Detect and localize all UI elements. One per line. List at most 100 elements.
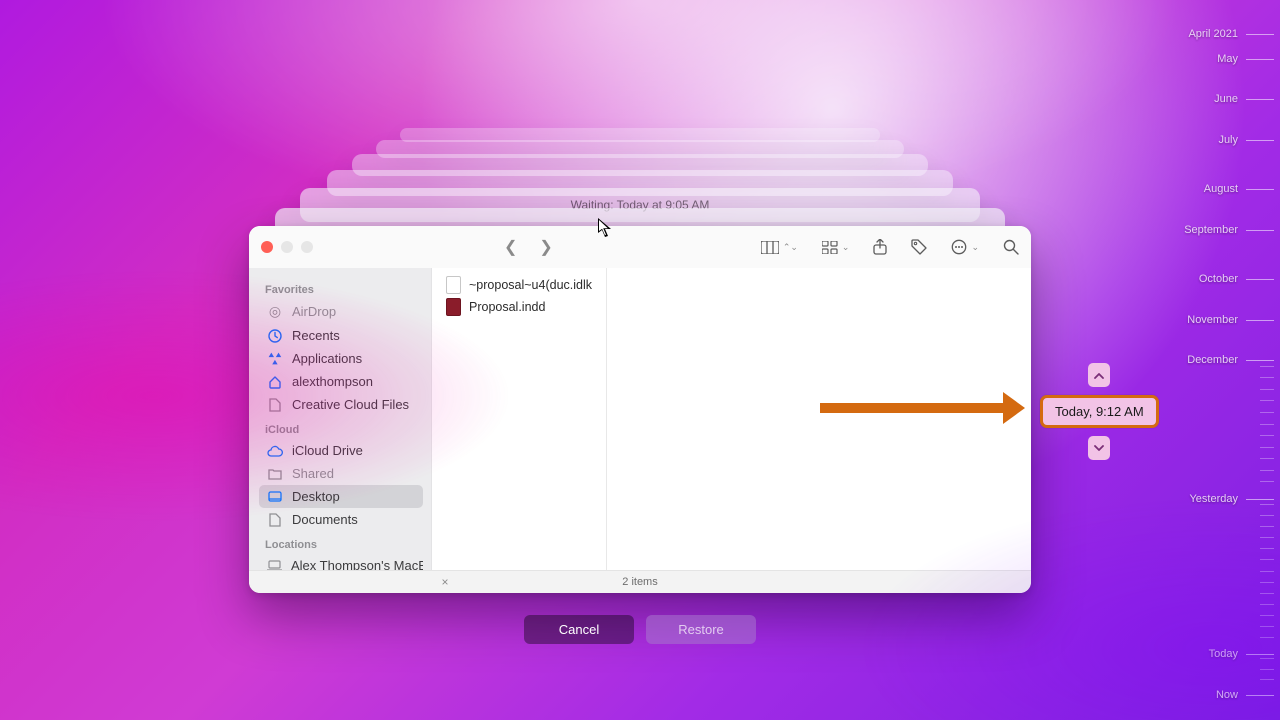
timeline-tick[interactable]: September — [1156, 224, 1274, 236]
timeline[interactable]: April 2021 May June July August September Octo… — [1150, 0, 1280, 720]
timeline-minor-tick — [1260, 615, 1274, 616]
search-button[interactable] — [1003, 239, 1019, 255]
timeline-label: June — [1214, 93, 1238, 105]
sidebar-item-desktop[interactable]: Desktop — [259, 485, 423, 508]
snapshot-time-pill[interactable]: Today, 9:12 AM — [1040, 395, 1159, 428]
forward-button[interactable]: ❯ — [539, 237, 552, 257]
timeline-label: December — [1187, 354, 1238, 366]
timeline-tick[interactable]: April 2021 — [1156, 28, 1274, 40]
chevron-updown-icon: ⌃⌄ — [783, 242, 798, 253]
timeline-label: October — [1199, 273, 1238, 285]
laptop-icon — [267, 560, 282, 570]
time-machine-stage: Waiting: Today at 9:05 AM ❮ ❯ ⌃⌄ — [0, 0, 1280, 720]
timeline-tick[interactable]: November — [1156, 314, 1274, 326]
toolbar-right: ⌃⌄ ⌄ ⌄ — [761, 239, 1019, 255]
timeline-tick[interactable]: October — [1156, 273, 1274, 285]
timeline-minor-tick — [1260, 669, 1274, 670]
timeline-minor-tick — [1260, 537, 1274, 538]
timeline-minor-tick — [1260, 559, 1274, 560]
airdrop-icon: ◎ — [267, 303, 283, 320]
timeline-label: Today — [1209, 648, 1238, 660]
file-row[interactable]: Proposal.indd — [432, 296, 606, 318]
timeline-tick[interactable]: Today — [1156, 648, 1274, 660]
clock-icon — [267, 329, 283, 343]
column-1 — [607, 268, 1031, 570]
timeline-label: September — [1184, 224, 1238, 236]
sidebar-item-label: AirDrop — [292, 304, 336, 319]
sidebar-item-shared[interactable]: Shared — [259, 462, 423, 485]
indesign-file-icon — [446, 298, 461, 316]
file-row[interactable]: ~proposal~u4(duc.idlk — [432, 274, 606, 296]
timeline-minor-tick — [1260, 481, 1274, 482]
applications-icon — [267, 352, 283, 366]
section-favorites: Favorites — [265, 284, 423, 296]
sidebar-item-iclouddrive[interactable]: iCloud Drive — [259, 439, 423, 462]
arrow-shaft — [820, 403, 1003, 413]
timeline-minor-tick — [1260, 626, 1274, 627]
home-icon — [267, 375, 283, 389]
folder-icon — [267, 468, 283, 480]
timeline-label: August — [1204, 183, 1238, 195]
timeline-minor-tick — [1260, 504, 1274, 505]
timeline-minor-tick — [1260, 400, 1274, 401]
timeline-minor-tick — [1260, 571, 1274, 572]
more-button[interactable]: ⌄ — [951, 239, 979, 255]
group-button[interactable]: ⌄ — [822, 241, 850, 254]
sidebar-item-creativecloud[interactable]: Creative Cloud Files — [259, 393, 423, 416]
timeline-minor-tick — [1260, 548, 1274, 549]
timeline-tick[interactable]: July — [1156, 134, 1274, 146]
file-name: Proposal.indd — [469, 300, 545, 314]
timeline-minor-tick — [1260, 515, 1274, 516]
timeline-tick[interactable]: August — [1156, 183, 1274, 195]
lockfile-icon — [446, 276, 461, 294]
close-path-button[interactable]: × — [438, 575, 452, 589]
sidebar-item-machine[interactable]: Alex Thompson's MacB... — [259, 554, 423, 570]
sidebar-item-label: Alex Thompson's MacB... — [291, 558, 423, 570]
share-button[interactable] — [873, 239, 887, 255]
chevron-down-icon: ⌄ — [842, 242, 850, 253]
cancel-button[interactable]: Cancel — [524, 615, 634, 644]
timeline-minor-tick — [1260, 526, 1274, 527]
sidebar-item-label: iCloud Drive — [292, 443, 363, 458]
timeline-minor-tick — [1260, 604, 1274, 605]
view-columns-button[interactable]: ⌃⌄ — [761, 241, 798, 254]
timeline-label: Now — [1216, 689, 1238, 701]
snapshot-control: Today, 9:12 AM — [1040, 395, 1159, 428]
timeline-tick[interactable]: June — [1156, 93, 1274, 105]
timeline-tick[interactable]: Now — [1156, 689, 1274, 701]
sidebar-item-user[interactable]: alexthompson — [259, 370, 423, 393]
timeline-label: April 2021 — [1188, 28, 1238, 40]
timeline-tick[interactable]: December — [1156, 354, 1274, 366]
section-locations: Locations — [265, 539, 423, 551]
tag-button[interactable] — [911, 239, 927, 255]
timeline-minor-tick — [1260, 679, 1274, 680]
restore-button[interactable]: Restore — [646, 615, 756, 644]
sidebar-item-applications[interactable]: Applications — [259, 347, 423, 370]
zoom-icon[interactable] — [301, 241, 313, 253]
snapshot-next-button[interactable] — [1088, 436, 1110, 460]
close-icon[interactable] — [261, 241, 273, 253]
column-0: ~proposal~u4(duc.idlk Proposal.indd — [432, 268, 607, 570]
cloud-icon — [267, 445, 283, 457]
sidebar-item-label: Creative Cloud Files — [292, 397, 409, 412]
time-machine-actions: Cancel Restore — [524, 615, 756, 644]
sidebar-item-label: Shared — [292, 466, 334, 481]
timeline-label: May — [1217, 53, 1238, 65]
snapshot-prev-button[interactable] — [1088, 363, 1110, 387]
timeline-minor-tick — [1260, 447, 1274, 448]
sidebar-item-label: Recents — [292, 328, 340, 343]
annotation-arrow — [820, 401, 1025, 415]
item-count: 2 items — [622, 576, 657, 588]
timeline-tick[interactable]: May — [1156, 53, 1274, 65]
sidebar-item-documents[interactable]: Documents — [259, 508, 423, 531]
document-icon — [267, 513, 283, 527]
timeline-minor-tick — [1260, 366, 1274, 367]
sidebar-item-label: Documents — [292, 512, 358, 527]
back-button[interactable]: ❮ — [504, 237, 517, 257]
minimize-icon[interactable] — [281, 241, 293, 253]
finder-content: ~proposal~u4(duc.idlk Proposal.indd — [432, 268, 1031, 570]
sidebar-item-recents[interactable]: Recents — [259, 324, 423, 347]
titlebar: ❮ ❯ ⌃⌄ ⌄ ⌄ — [249, 226, 1031, 268]
timeline-tick[interactable]: Yesterday — [1156, 493, 1274, 505]
sidebar-item-airdrop[interactable]: ◎ AirDrop — [259, 299, 423, 324]
